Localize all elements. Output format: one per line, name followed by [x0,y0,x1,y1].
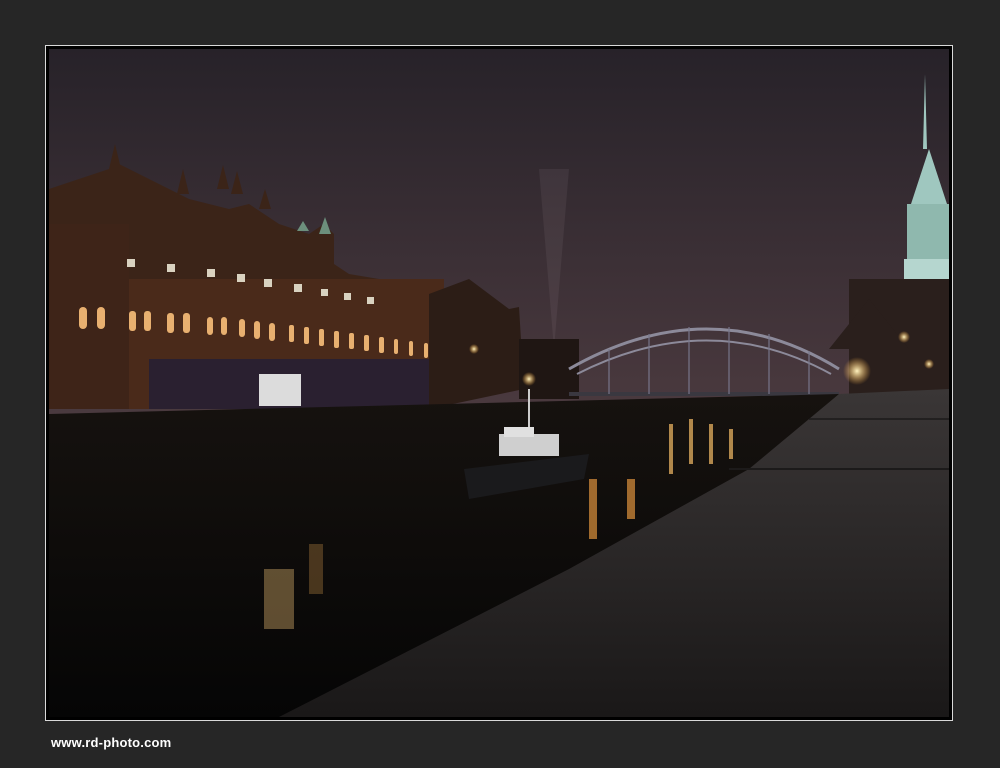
canal-night-photo [49,49,949,717]
photo-frame [45,45,953,721]
watermark-text: www.rd-photo.com [51,735,172,750]
